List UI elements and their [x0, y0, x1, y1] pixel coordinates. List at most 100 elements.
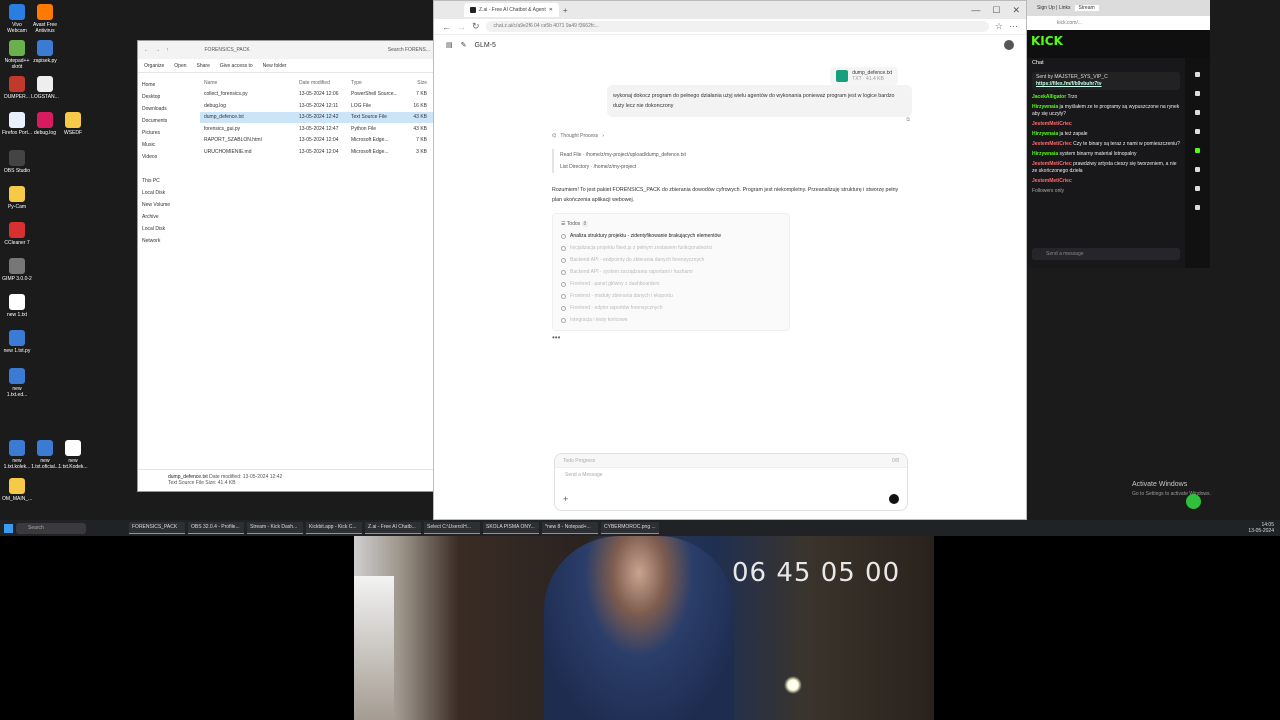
model-selector[interactable]: GLM-5: [475, 42, 496, 49]
pencil-icon[interactable]: [1195, 91, 1200, 96]
column-header[interactable]: Size: [397, 80, 427, 86]
forward-icon[interactable]: →: [457, 22, 466, 32]
nav-item[interactable]: Network: [142, 235, 196, 247]
new-tab-icon[interactable]: +: [563, 6, 568, 15]
chat-username[interactable]: Hirzywnaia: [1032, 151, 1058, 157]
up-arrow-icon[interactable]: ↑: [166, 47, 169, 53]
file-row[interactable]: URUCHOMIENIE.md 13-05-2024 12:04 Microsoft…: [200, 146, 436, 158]
desktop-icon[interactable]: debug.log: [30, 112, 60, 136]
nav-item[interactable]: Local Disk: [142, 187, 196, 199]
desktop-icon[interactable]: Notepad++ skrót: [2, 40, 32, 70]
taskbar-app[interactable]: Select C:\Users\H...: [424, 522, 480, 534]
nav-item[interactable]: Local Disk: [142, 223, 196, 235]
nav-item[interactable]: Home: [142, 79, 196, 91]
nav-item[interactable]: Archive: [142, 211, 196, 223]
nav-item[interactable]: Videos: [142, 151, 196, 163]
toolbar-item[interactable]: Give access to: [220, 63, 253, 69]
desktop-icon[interactable]: zapisek.py: [30, 40, 60, 64]
nav-item[interactable]: Pictures: [142, 127, 196, 139]
kick-tab-stream[interactable]: Stream: [1074, 5, 1099, 11]
nav-item[interactable]: New Volume: [142, 199, 196, 211]
toolbar-item[interactable]: Organize: [144, 63, 164, 69]
browser-tab-zai[interactable]: Z.ai - Free AI Chatbot & Agent ✕: [464, 3, 559, 17]
taskbar-app[interactable]: SKOLA PISMA ONY...: [483, 522, 539, 534]
thought-process-toggle[interactable]: ⌬ Thought Process ›: [552, 133, 604, 139]
desktop-icon[interactable]: CCleaner 7: [2, 222, 32, 246]
tool-call[interactable]: Read File · /home/z/my-project/upload/du…: [560, 149, 790, 161]
copy-message-icon[interactable]: ⧉: [906, 117, 910, 123]
stop-generation-button[interactable]: [889, 494, 899, 504]
nav-item[interactable]: Documents: [142, 115, 196, 127]
desktop-icon[interactable]: new 1.txt.ed...: [2, 368, 32, 398]
file-row[interactable]: debug.log 13-05-2024 12:11 LOG File 16 KB: [200, 100, 436, 112]
kick-address-bar[interactable]: kick.com/...: [1027, 16, 1210, 30]
desktop-icon[interactable]: Avast Free Antivirus: [30, 4, 60, 34]
taskbar-app[interactable]: Kickbit.app - Kick C...: [306, 522, 362, 534]
column-header[interactable]: Type: [351, 80, 397, 86]
taskbar-app[interactable]: *new 8 - Notepad+...: [542, 522, 598, 534]
system-tray[interactable]: 14:05 13-05-2024: [1248, 522, 1280, 534]
desktop-icon[interactable]: OM_MAIN_...: [2, 478, 32, 502]
desktop-icon[interactable]: new 1.txt.oficial...: [30, 440, 60, 470]
bolt-icon[interactable]: [1195, 129, 1200, 134]
file-row[interactable]: forensics_gui.py 13-05-2024 12:47 Python F…: [200, 123, 436, 135]
toolbar-item[interactable]: New folder: [263, 63, 287, 69]
file-row[interactable]: RAPORT_SZABLON.html 13-05-2024 12:04 Micro…: [200, 135, 436, 147]
chat-username[interactable]: Hirzywnaia: [1032, 104, 1058, 110]
desktop-icon[interactable]: new 1.txt.kolek...: [2, 440, 32, 470]
message-input[interactable]: Send a Message: [565, 472, 907, 478]
bookmark-star-icon[interactable]: ☆: [995, 21, 1003, 32]
file-row[interactable]: collect_forensics.py 13-05-2024 12:06 Powe…: [200, 89, 436, 101]
close-icon[interactable]: [1195, 110, 1200, 115]
taskbar-app[interactable]: Z.ai - Free AI Chatb...: [365, 522, 421, 534]
nav-item[interactable]: This PC: [142, 175, 196, 187]
list-icon[interactable]: [1195, 186, 1200, 191]
new-chat-icon[interactable]: ✎: [461, 41, 467, 49]
attached-file[interactable]: dump_defence.txt TXT · 41.4 KB: [830, 67, 898, 85]
taskbar-app[interactable]: CYBERMOROC.png ...: [601, 522, 659, 534]
pinned-link[interactable]: https://files.fm/f/b9vbuhr7tv: [1036, 81, 1176, 88]
url-field[interactable]: chat.z.ai/c/a9e2f6 04 ce5b 4071 9a49 f36…: [485, 21, 989, 32]
desktop-icon[interactable]: GIMP 3.0.0-2: [2, 258, 32, 282]
chat-icon[interactable]: [1195, 148, 1200, 153]
forward-arrow-icon[interactable]: →: [155, 47, 160, 53]
search-input[interactable]: Search FORENS...: [388, 47, 430, 53]
file-row[interactable]: dump_defence.txt 13-05-2024 12:42 Text Sou…: [200, 111, 436, 123]
desktop-icon[interactable]: Firefox Port...: [2, 112, 32, 136]
desktop-icon[interactable]: WSEDF: [58, 112, 88, 136]
sidebar-toggle-icon[interactable]: ▤: [446, 41, 453, 49]
todos-header[interactable]: ☰ Todos 8: [561, 218, 781, 230]
add-attachment-icon[interactable]: +: [563, 494, 568, 504]
toolbar-item[interactable]: Share: [197, 63, 210, 69]
kick-tab-links[interactable]: Sign Up | Links: [1037, 5, 1071, 11]
breadcrumb[interactable]: FORENSICS_PACK: [205, 47, 250, 53]
todo-progress-bar[interactable]: Todo Progress 0/8: [555, 454, 907, 468]
settings-icon[interactable]: [1195, 72, 1200, 77]
chat-username[interactable]: JestemMetiCriec: [1032, 161, 1072, 167]
reload-icon[interactable]: ↻: [472, 21, 480, 32]
nav-item[interactable]: Downloads: [142, 103, 196, 115]
maximize-icon[interactable]: ☐: [992, 5, 1000, 16]
column-header[interactable]: Name: [204, 80, 299, 86]
chat-username[interactable]: JestemMetiCriec: [1032, 178, 1072, 184]
desktop-icon[interactable]: Py-Cam: [2, 186, 32, 210]
green-app-icon[interactable]: [1186, 494, 1201, 509]
back-icon[interactable]: ←: [442, 22, 451, 32]
column-header[interactable]: Date modified: [299, 80, 351, 86]
menu-dots-icon[interactable]: ⋯: [1009, 21, 1018, 32]
nav-item[interactable]: Desktop: [142, 91, 196, 103]
chat-username[interactable]: JestemMetiCriec: [1032, 121, 1072, 127]
taskbar-app[interactable]: FORENSICS_PACK: [129, 522, 185, 534]
start-icon[interactable]: [4, 523, 13, 533]
nav-item[interactable]: Music: [142, 139, 196, 151]
taskbar-app[interactable]: OBS 32.0.4 - Profile...: [188, 522, 244, 534]
tab-close-icon[interactable]: ✕: [549, 7, 553, 13]
chat-username[interactable]: Hirzywnaia: [1032, 131, 1058, 137]
desktop-icon[interactable]: Vivo Webcam: [2, 4, 32, 34]
toolbar-item[interactable]: Open: [174, 63, 186, 69]
desktop-icon[interactable]: new 1.txt.Kodek...: [58, 440, 88, 470]
desktop-icon[interactable]: OBS Studio: [2, 150, 32, 174]
desktop-icon[interactable]: new 1.txt: [2, 294, 32, 318]
chat-username[interactable]: JacekAlligator: [1032, 94, 1066, 100]
kick-send-input[interactable]: Send a message: [1032, 248, 1180, 260]
